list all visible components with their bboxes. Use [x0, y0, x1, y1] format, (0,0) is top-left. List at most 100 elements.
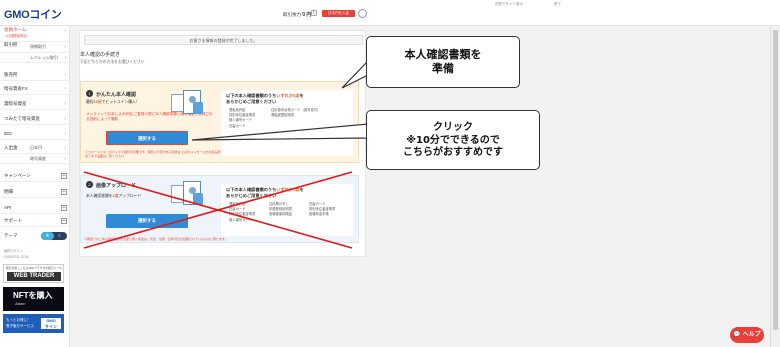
chevron-right-icon: › — [64, 131, 66, 137]
banner-gmo-line2: 電子取引サービス — [6, 324, 34, 328]
sidebar-sub-jpy[interactable]: 日本円 — [30, 145, 42, 151]
req-head-part3: あらかじめご用意ください — [226, 99, 277, 104]
expand-plus-icon[interactable]: + — [61, 205, 67, 211]
sidebar-item-label: 販売所 — [4, 72, 18, 77]
external-site-link[interactable]: 別窓でサイト表示 — [495, 2, 523, 6]
option1-sub-highlight: 10分 — [93, 100, 102, 104]
sidebar-item-tsumitate[interactable]: つみたて暗号資産 › — [0, 114, 70, 125]
req-head-part1: 以下の本人確認書類のうち — [226, 93, 277, 98]
expand-plus-icon[interactable]: + — [61, 189, 67, 195]
callout-prepare-docs: 本人確認書類を 準備 — [366, 36, 520, 88]
banner-nft-title: NFTを購入 — [13, 291, 53, 300]
chevron-right-icon: › — [64, 28, 66, 34]
page-description: 下記どちらかの方法をお選びください — [80, 60, 145, 64]
sidebar-item-label: サポート — [4, 218, 22, 223]
scrollbar[interactable] — [770, 26, 780, 347]
expand-plus-icon[interactable]: + — [61, 218, 67, 224]
sidebar-sub-spot[interactable]: 現物取引 — [30, 44, 46, 50]
sidebar-item-label: テーマ — [4, 233, 18, 238]
last-login-label: 最終ログイン — [4, 249, 24, 253]
req-head-part2: を — [299, 93, 304, 98]
gmo-coin-logo[interactable]: GMOコイン — [4, 6, 62, 22]
sidebar-item-crypto-fx[interactable]: 暗号資産FX › — [0, 84, 70, 95]
expand-plus-icon[interactable]: + — [61, 173, 67, 179]
chevron-right-icon: › — [64, 101, 66, 107]
top-bar: GMOコイン 別窓でサイト表示 終了 取引余力 0 円 ↻ 日本円を入金 — [0, 0, 780, 26]
banner-gmo-line1: もっとお得に！ — [6, 318, 31, 322]
sidebar-item-deposit-crypto[interactable]: 暗号資産 › — [0, 154, 70, 164]
chevron-right-icon: › — [64, 156, 66, 162]
banner-webtrader[interactable]: 取引が楽しくなるWebブラウザの取引ツール WEB TRADER — [3, 264, 64, 283]
sidebar-item-campaign[interactable]: キャンペーン + — [0, 171, 70, 182]
page-title: 本人確認の手続き — [80, 52, 121, 58]
help-chat-icon: 💬 — [733, 332, 741, 338]
last-login-time: 2024/07/11 12:34 — [4, 255, 29, 259]
banner-webtrader-title: WEB TRADER — [7, 272, 61, 281]
sidebar-item-exchange[interactable]: 取引所 現物取引 › — [0, 42, 70, 53]
deposit-jpy-button[interactable]: 日本円を入金 — [322, 10, 355, 17]
gmo-sign-logo-line2: サイン — [45, 323, 57, 329]
banner-gmo-sign[interactable]: もっとお得に！ 電子取引サービス GMO サイン — [3, 314, 64, 333]
callout2-line1: クリック — [433, 122, 473, 133]
callout1-line2: 準備 — [432, 62, 454, 75]
sidebar-item-label: 取引所 — [4, 42, 18, 47]
doc-item: 運転経歴証明書 — [271, 113, 295, 118]
chevron-right-icon: › — [64, 116, 66, 122]
help-label: ヘルプ — [742, 332, 761, 338]
sidebar-item-leverage[interactable]: レバレッジ取引 › — [0, 53, 70, 63]
callout2-pointer — [191, 123, 369, 141]
callout-click-recommended: クリック ※10分でできるので こちらがおすすめです — [366, 110, 540, 170]
balance-label: 取引余力 — [283, 12, 301, 17]
refresh-icon[interactable]: ↻ — [311, 10, 317, 16]
gmo-sign-logo-line1: GMO — [46, 318, 56, 323]
chevron-right-icon: › — [64, 55, 66, 61]
sidebar-item-label: IEO — [4, 131, 12, 136]
sun-icon: ☀ — [41, 232, 54, 240]
sidebar-home-label: 会員ホーム — [4, 27, 27, 32]
sidebar-item-label: 暗号資産FX — [4, 86, 28, 91]
sidebar-item-home[interactable]: 会員ホーム （口座開設申請） › — [0, 26, 70, 42]
chevron-right-icon: › — [64, 86, 66, 92]
chevron-right-icon: › — [64, 44, 66, 50]
banner-nft-sub: Adam — [15, 301, 26, 306]
sidebar-item-label: 入出金 — [4, 145, 18, 150]
sidebar-item-api[interactable]: API + — [0, 203, 70, 214]
theme-toggle[interactable]: ☀ ☾ — [41, 232, 67, 240]
sidebar-item-ieo[interactable]: IEO › — [0, 129, 70, 140]
option1-req-heading: 以下の本人確認書類のうちいずれか1点を あらかじめご用意ください — [226, 93, 304, 105]
sidebar-item-retail[interactable]: 販売所 › — [0, 70, 70, 81]
option1-sub-post: でビットコイン購入！ — [101, 100, 140, 104]
sidebar-item-deposit[interactable]: 入出金 日本円 › — [0, 143, 70, 154]
callout2-line2: ※10分でできるので — [406, 134, 500, 146]
sidebar: 会員ホーム （口座開設申請） › 取引所 現物取引 › レバレッジ取引 › 販売… — [0, 26, 70, 347]
sidebar-item-lending[interactable]: 貸暗号資産 › — [0, 99, 70, 110]
sidebar-sub-leverage[interactable]: レバレッジ取引 — [30, 55, 58, 61]
sidebar-item-label: 貸暗号資産 — [4, 101, 27, 106]
sidebar-item-label: API — [4, 205, 12, 210]
registration-complete-notice: お客さま情報の登録が完了しました。 — [84, 35, 363, 45]
sidebar-item-label: キャンペーン — [4, 173, 31, 178]
select-easy-verification-button[interactable]: 選択する — [106, 131, 188, 145]
logout-link[interactable]: 終了 — [554, 2, 561, 6]
id-card-illustration-icon — [171, 90, 203, 116]
user-icon[interactable] — [358, 9, 367, 18]
option1-doc-list-2: 住民基本台帳カード（顔写真付） 運転経歴証明書 — [271, 108, 320, 118]
req-head-dot: いずれか1点 — [276, 93, 300, 98]
callout2-line3: こちらがおすすめです — [403, 147, 503, 158]
option1-sub-pre: 最短 — [86, 100, 94, 104]
callout1-line1: 本人確認書類を — [404, 48, 482, 61]
help-button[interactable]: 💬 ヘルプ — [730, 327, 764, 343]
banner-nft[interactable]: NFTを購入 Adam — [3, 287, 64, 311]
sidebar-item-label: 明細 — [4, 189, 13, 194]
scrollbar-thumb[interactable] — [773, 30, 778, 330]
cross-out-mark — [83, 171, 353, 249]
sidebar-home-sub: （口座開設申請） — [4, 34, 30, 38]
step-number-1: 1 — [86, 90, 93, 97]
balance-display: 取引余力 0 円 — [283, 11, 311, 18]
sidebar-item-support[interactable]: サポート + — [0, 216, 70, 227]
sidebar-item-statement[interactable]: 明細 + — [0, 187, 70, 198]
gmo-sign-logo: GMO サイン — [41, 318, 61, 329]
sidebar-sub-crypto[interactable]: 暗号資産 — [30, 156, 46, 162]
sidebar-item-label: つみたて暗号資産 — [4, 116, 40, 121]
banner-webtrader-caption: 取引が楽しくなるWebブラウザの取引ツール — [6, 266, 63, 270]
